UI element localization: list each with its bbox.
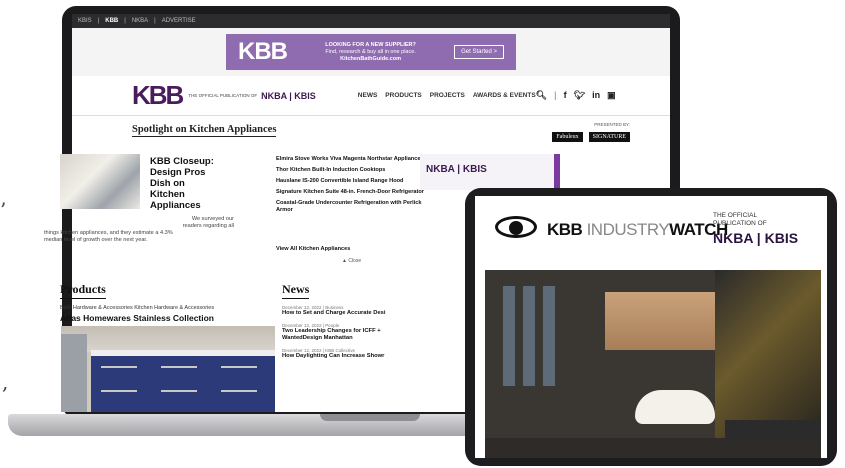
products-heading[interactable]: Products	[60, 282, 106, 299]
edge-apostrophe: ’	[0, 198, 7, 222]
spotlight-title[interactable]: Spotlight on Kitchen Appliances	[132, 124, 277, 137]
instagram-icon[interactable]: ▣	[607, 90, 616, 101]
side-ad[interactable]: NKBA | KBIS	[420, 154, 560, 190]
nav-awards-events[interactable]: AWARDS & EVENTS	[473, 92, 536, 99]
news-title[interactable]: How to Set and Charge Accurate Desi	[282, 310, 412, 317]
image-wood-panel	[605, 292, 715, 350]
twitter-icon[interactable]: 🐦︎	[574, 90, 585, 101]
appliance-link[interactable]: Elmira Stove Works Viva Magenta Northsta…	[276, 156, 436, 163]
news-item[interactable]: December 12, 2022 | KBB Collective How D…	[282, 348, 412, 360]
image-cabinets	[91, 356, 275, 412]
image-handle	[221, 390, 257, 392]
sponsor-logo[interactable]: SIGNATURE	[588, 132, 630, 142]
feature-description: We surveyed our readers regarding all th…	[44, 216, 234, 244]
top-link-nkba[interactable]: NKBA	[132, 18, 148, 24]
partner-label: NKBA | KBIS	[261, 90, 316, 101]
spotlight-header: Spotlight on Kitchen Appliances PRESENTE…	[72, 116, 670, 152]
view-all-link[interactable]: View All Kitchen Appliances	[276, 246, 350, 252]
product-category[interactable]: Bath Hardware & Accessories Kitchen Hard…	[60, 305, 260, 311]
feature-image[interactable]	[60, 154, 140, 209]
news-title[interactable]: How Daylighting Can Increase Showr	[282, 353, 412, 360]
feature-desc-line: We surveyed our	[191, 216, 234, 222]
tablet-partner-logo: NKBA | KBIS	[713, 230, 799, 246]
nav-news[interactable]: NEWS	[358, 92, 378, 99]
appliance-link[interactable]: Coastal-Grade Undercounter Refrigeration…	[276, 200, 436, 214]
ad-row: KBB LOOKING FOR A NEW SUPPLIER? Find, re…	[72, 28, 670, 76]
site-logo[interactable]: KBB	[132, 80, 184, 111]
tablet-screen: KBB INDUSTRYWATCH THE OFFICIAL PUBLICATI…	[475, 196, 827, 458]
ad-text: LOOKING FOR A NEW SUPPLIER? Find, resear…	[297, 42, 444, 63]
eye-icon	[495, 216, 537, 238]
facebook-icon[interactable]: f	[564, 90, 567, 101]
appliance-link[interactable]: Hauslane IS-200 Convertible Island Range…	[276, 178, 436, 185]
logo-kbb: KBB	[547, 220, 583, 239]
tablet-publication: THE OFFICIAL PUBLICATION OF	[713, 212, 767, 228]
image-handle	[221, 366, 257, 368]
tablet-pub-line: THE OFFICIAL	[713, 212, 758, 219]
industry-watch-logo[interactable]: KBB INDUSTRYWATCH	[547, 220, 728, 240]
products-section: Products Bath Hardware & Accessories Kit…	[60, 280, 260, 323]
nav-products[interactable]: PRODUCTS	[385, 92, 421, 99]
image-fridge	[61, 334, 87, 412]
image-vanity	[725, 420, 821, 442]
ad-logo: KBB	[238, 38, 288, 65]
nav-links: NEWS PRODUCTS PROJECTS AWARDS & EVENTS	[358, 92, 536, 99]
spotlight-feature: KBB Closeup: Design Pros Dish on Kitchen…	[44, 154, 424, 264]
tablet-header: KBB INDUSTRYWATCH THE OFFICIAL PUBLICATI…	[475, 196, 827, 266]
side-ad-text: NKBA | KBIS	[426, 164, 487, 175]
top-link-advertise[interactable]: ADVERTISE	[162, 18, 196, 24]
nav-projects[interactable]: PROJECTS	[430, 92, 465, 99]
image-handle	[161, 366, 197, 368]
nav-icons: 🔍︎ | f 🐦︎ in ▣	[536, 90, 616, 101]
news-title[interactable]: Two Leadership Changes for ICFF + Wanted…	[282, 328, 412, 342]
publication-label: THE OFFICIAL PUBLICATION OF	[188, 93, 258, 98]
feature-desc-line: median level of growth over the next yea…	[44, 237, 148, 243]
news-heading[interactable]: News	[282, 282, 310, 299]
image-window	[523, 286, 535, 386]
top-strip: KBIS | KBB | NKBA | ADVERTISE	[72, 14, 670, 28]
divider: |	[554, 90, 557, 100]
image-window	[543, 286, 555, 386]
image-window	[503, 286, 515, 386]
product-image[interactable]	[61, 326, 275, 412]
appliance-list: Elmira Stove Works Viva Magenta Northsta…	[276, 156, 436, 218]
news-item[interactable]: December 12, 2022 | Business How to Set …	[282, 305, 412, 317]
feature-title[interactable]: KBB Closeup: Design Pros Dish on Kitchen…	[150, 156, 220, 211]
linkedin-icon[interactable]: in	[592, 90, 600, 101]
logo-industry: INDUSTRY	[586, 220, 670, 239]
ad-banner[interactable]: KBB LOOKING FOR A NEW SUPPLIER? Find, re…	[226, 34, 516, 70]
news-item[interactable]: December 12, 2022 | People Two Leadershi…	[282, 323, 412, 342]
top-link-kbb[interactable]: KBB	[105, 18, 118, 24]
appliance-link[interactable]: Thor Kitchen Built-In Induction Cooktops	[276, 167, 436, 174]
get-started-button[interactable]: Get Started >	[454, 45, 504, 59]
ad-text-line: Find, research & buy all in one place.	[325, 48, 416, 55]
feature-desc-line: things kitchen appliances, and they esti…	[44, 230, 173, 236]
bathroom-photo[interactable]	[485, 270, 821, 458]
top-link-kbis[interactable]: KBIS	[78, 18, 92, 24]
appliance-link[interactable]: Signature Kitchen Suite 48-in. French-Do…	[276, 189, 436, 196]
presented-by: PRESENTED BY:	[594, 122, 630, 127]
image-wall	[61, 326, 275, 352]
sponsor-logos: Fabuleux SIGNATURE	[552, 132, 630, 142]
feature-desc-line: readers regarding all	[182, 223, 234, 229]
ad-text-line: KitchenBathGuide.com	[340, 55, 401, 62]
close-button[interactable]: ▲ Close	[342, 258, 361, 264]
laptop-notch	[320, 414, 420, 421]
sponsor-logo[interactable]: Fabuleux	[552, 132, 583, 142]
product-title[interactable]: Atlas Homewares Stainless Collection	[60, 313, 260, 323]
news-section: News December 12, 2022 | Business How to…	[282, 280, 412, 360]
image-handle	[101, 390, 137, 392]
image-bathtub	[635, 390, 715, 424]
image-handle	[161, 390, 197, 392]
tablet-pub-line: PUBLICATION OF	[713, 220, 767, 227]
edge-comma: ,	[2, 370, 9, 394]
main-nav: KBB THE OFFICIAL PUBLICATION OF NKBA | K…	[72, 76, 670, 116]
search-icon[interactable]: 🔍︎	[536, 90, 547, 101]
ad-text-line: LOOKING FOR A NEW SUPPLIER?	[325, 41, 416, 48]
image-handle	[101, 366, 137, 368]
device-mockup-stage: ’ , KBIS | KBB | NKBA | ADVERTISE KBB LOOKI…	[0, 0, 845, 468]
